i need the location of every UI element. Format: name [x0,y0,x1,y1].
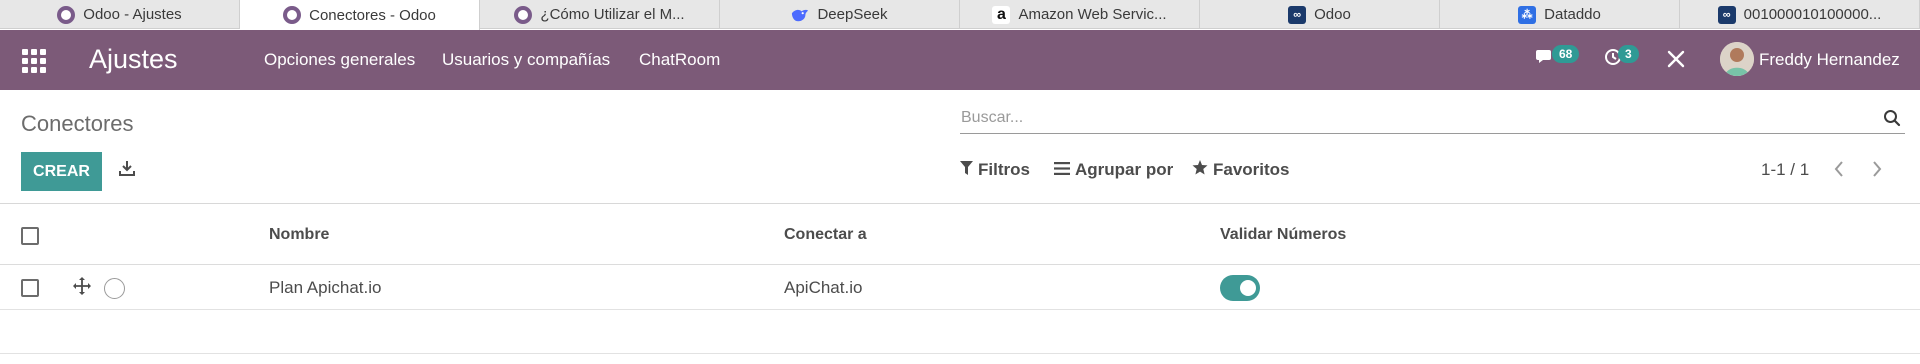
chevron-left-icon[interactable] [1833,160,1845,184]
browser-tab-title: Conectores - Odoo [309,6,436,24]
browser-tab-title: ¿Cómo Utilizar el M... [540,6,685,23]
column-header-conectar-a[interactable]: Conectar a [784,226,867,244]
browser-tab[interactable]: ⁂ Dataddo [1440,0,1680,29]
pager-value[interactable]: 1-1 / 1 [1761,160,1809,180]
menu-chatroom[interactable]: ChatRoom [639,50,720,70]
avatar[interactable] [1720,42,1754,76]
filter-icon [960,160,973,180]
create-button[interactable]: CREAR [21,152,102,191]
list-icon [1054,160,1070,180]
browser-tab[interactable]: ∞ 001000010100000... [1680,0,1920,29]
debug-tools-button[interactable] [1667,50,1685,73]
tools-icon [1667,50,1685,73]
browser-tab-title: Dataddo [1544,6,1601,23]
user-name[interactable]: Freddy Hernandez [1759,50,1900,70]
group-by-label: Agrupar por [1075,160,1174,179]
dataddo-icon: ⁂ [1518,5,1537,24]
search-bar [960,104,1905,134]
favorites-dropdown[interactable]: Favoritos [1192,160,1290,180]
search-icon[interactable] [1883,109,1901,132]
app-brand[interactable]: Ajustes [89,44,178,75]
cell-nombre: Plan Apichat.io [269,278,382,297]
select-all-checkbox[interactable] [21,227,39,245]
divider [0,353,1920,354]
drag-handle-icon[interactable] [73,277,91,300]
search-input[interactable] [960,104,1860,132]
column-header-nombre[interactable]: Nombre [269,226,329,244]
table-header: Nombre Conectar a Validar Números [0,203,1920,265]
column-header-validar-numeros[interactable]: Validar Números [1220,226,1346,244]
activities-count-badge: 3 [1618,44,1639,63]
browser-tab[interactable]: a Amazon Web Servic... [960,0,1200,29]
odoo-icon [514,5,533,24]
menu-opciones-generales[interactable]: Opciones generales [264,50,415,70]
download-button[interactable] [115,157,139,183]
infinity-icon: ∞ [1288,5,1307,24]
browser-tab-title: DeepSeek [817,6,888,23]
table-row[interactable]: Plan Apichat.io ApiChat.io [0,265,1920,310]
activities-button[interactable]: 3 [1604,44,1639,71]
browser-tab-active[interactable]: Conectores - Odoo [240,0,480,30]
deepseek-icon [791,6,809,24]
top-navbar: Ajustes Opciones generales Usuarios y co… [0,30,1920,90]
browser-tab[interactable]: Odoo - Ajustes [0,0,240,29]
chevron-right-icon[interactable] [1871,160,1883,184]
row-status-radio[interactable] [104,278,125,299]
browser-tab-title: Amazon Web Servic... [1018,6,1167,23]
browser-tab-strip: Odoo - Ajustes Conectores - Odoo ¿Cómo U… [0,0,1920,30]
messages-count-badge: 68 [1552,44,1580,63]
browser-tab[interactable]: ¿Cómo Utilizar el M... [480,0,720,29]
menu-usuarios-companias[interactable]: Usuarios y compañías [442,50,610,70]
star-icon [1192,160,1208,180]
browser-tab[interactable]: ∞ Odoo [1200,0,1440,29]
favorites-label: Favoritos [1213,160,1290,179]
toggle-knob [1240,280,1256,296]
page-title: Conectores [21,111,134,136]
browser-tab-title: Odoo - Ajustes [83,6,182,23]
browser-tab-title: 001000010100000... [1743,6,1882,23]
odoo-icon [57,5,76,24]
infinity-icon: ∞ [1717,5,1736,24]
browser-tab[interactable]: DeepSeek [720,0,960,29]
filters-dropdown[interactable]: Filtros [960,160,1030,180]
connectors-table: Nombre Conectar a Validar Números Plan A… [0,203,1920,310]
apps-menu-icon[interactable] [22,49,46,73]
group-by-dropdown[interactable]: Agrupar por [1054,160,1173,180]
filters-label: Filtros [978,160,1030,179]
cell-conectar-a: ApiChat.io [784,278,863,297]
odoo-icon [283,6,302,24]
row-checkbox[interactable] [21,279,39,297]
messages-button[interactable]: 68 [1536,44,1580,71]
validate-numbers-toggle[interactable] [1220,275,1260,301]
amazon-icon: a [992,5,1011,24]
browser-tab-title: Odoo [1314,6,1351,23]
download-icon [118,159,136,182]
